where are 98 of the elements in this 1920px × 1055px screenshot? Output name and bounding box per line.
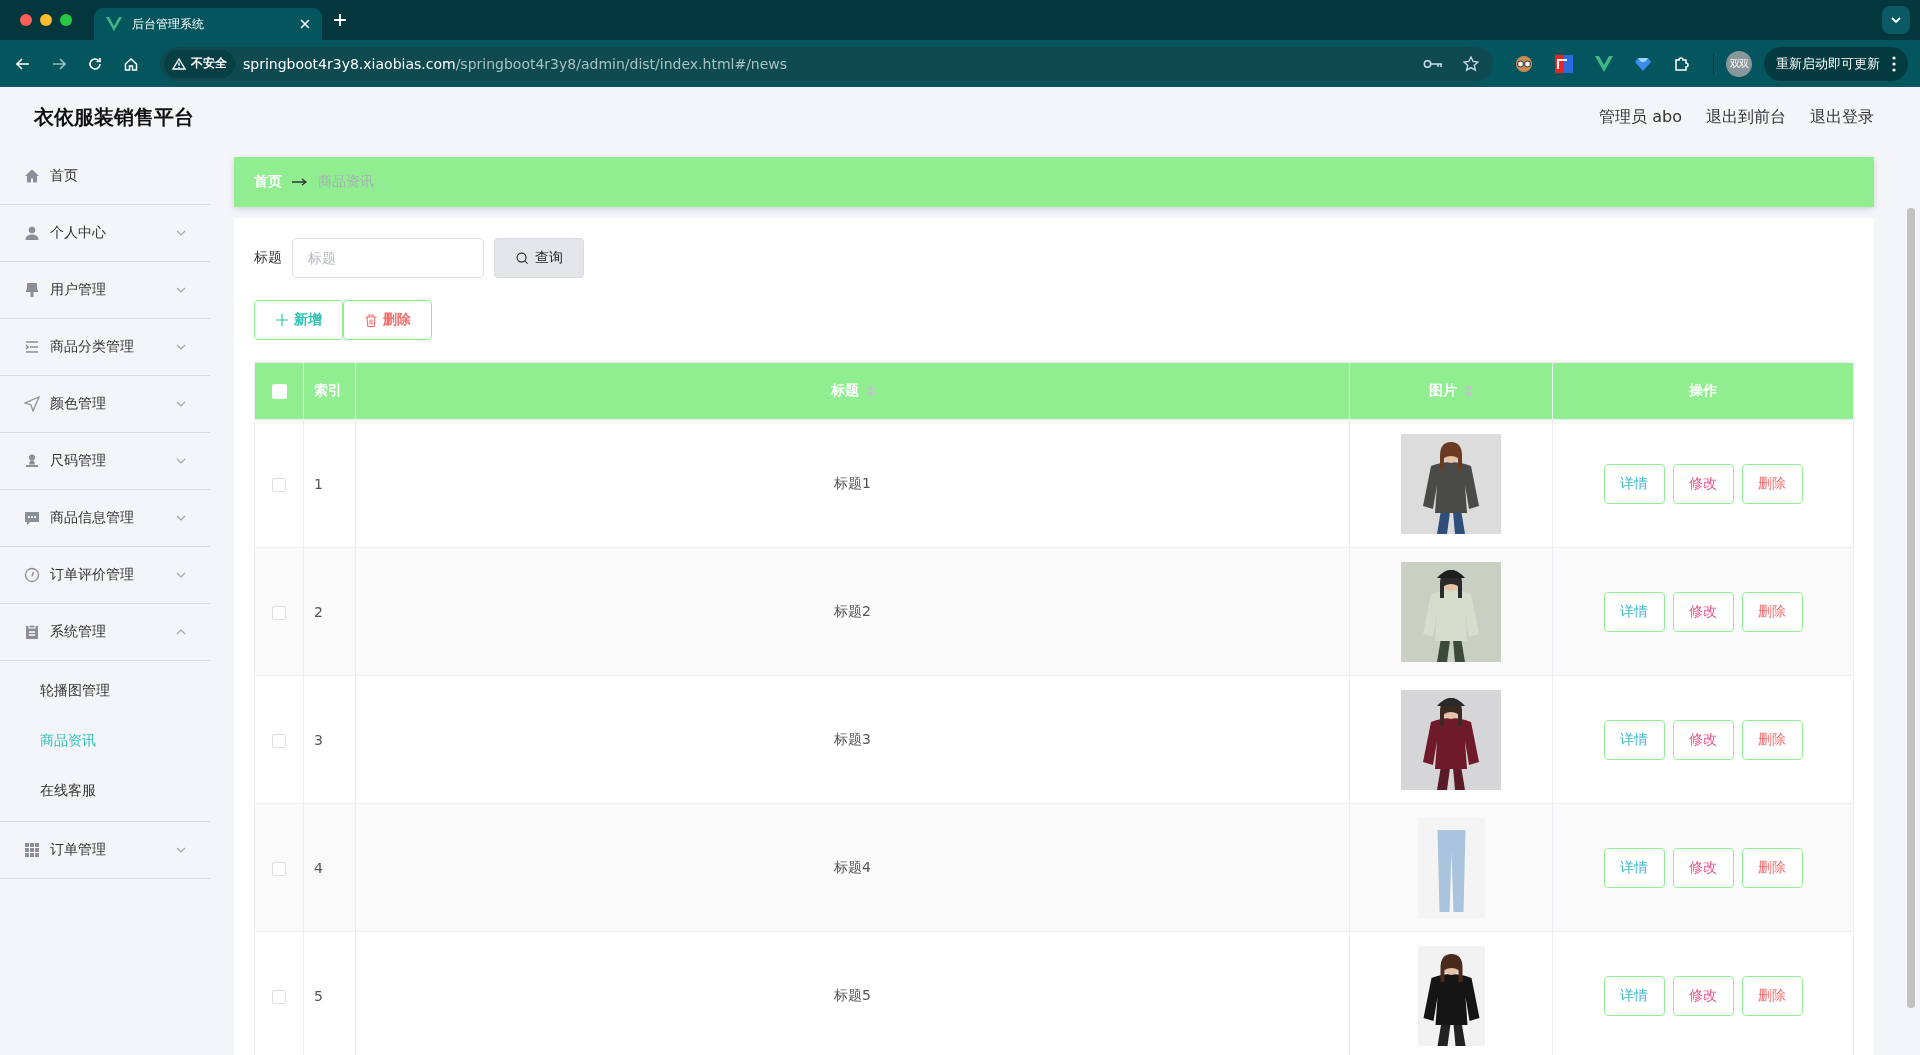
- site-title: 衣依服装销售平台: [34, 104, 194, 131]
- security-label: 不安全: [191, 55, 227, 72]
- key-icon[interactable]: [1423, 58, 1443, 69]
- add-button[interactable]: 新增: [254, 300, 343, 340]
- edit-button[interactable]: 修改: [1672, 719, 1734, 760]
- scrollbar-thumb[interactable]: [1907, 208, 1915, 1008]
- forward-icon[interactable]: [52, 57, 66, 70]
- star-icon[interactable]: [1463, 55, 1479, 72]
- warning-icon: [172, 57, 186, 70]
- tab-title: 后台管理系统: [132, 15, 205, 33]
- sidebar-item[interactable]: 订单管理: [0, 822, 210, 879]
- delete-button[interactable]: 删除: [343, 300, 432, 340]
- row-checkbox[interactable]: [272, 861, 286, 876]
- list-icon: [24, 339, 40, 355]
- header-link[interactable]: 退出登录: [1810, 107, 1874, 128]
- row-checkbox[interactable]: [272, 605, 286, 620]
- sidebar-item[interactable]: 个人中心: [0, 205, 210, 262]
- detail-button[interactable]: 详情: [1603, 719, 1665, 760]
- sidebar-item[interactable]: 订单评价管理: [0, 547, 210, 604]
- profile-avatar[interactable]: 双双: [1726, 50, 1752, 77]
- header-link[interactable]: 退出到前台: [1706, 107, 1786, 128]
- close-window-icon[interactable]: [20, 14, 32, 26]
- delete-button[interactable]: 删除: [1741, 591, 1803, 632]
- edit-button[interactable]: 修改: [1672, 463, 1734, 504]
- delete-button[interactable]: 删除: [1741, 847, 1803, 888]
- gem-extension-icon[interactable]: [1635, 55, 1651, 72]
- gauge-icon: [24, 567, 40, 583]
- table-cell: 标题3: [355, 675, 1350, 804]
- row-checkbox[interactable]: [272, 989, 286, 1004]
- tab-list-button[interactable]: [1882, 6, 1910, 34]
- user-name: 管理员 abo: [1599, 107, 1682, 128]
- sidebar-item[interactable]: 首页: [0, 148, 210, 205]
- stamp-icon: [24, 282, 40, 298]
- more-icon: [1892, 55, 1896, 72]
- edit-button[interactable]: 修改: [1672, 847, 1734, 888]
- column-header: 图片: [1349, 362, 1553, 420]
- glasses-extension-icon[interactable]: [1515, 54, 1533, 73]
- plus-icon: [275, 314, 288, 326]
- url-text: springboot4r3y8.xiaobias.com/springboot4r3y8/admin/dist/index.html#/news: [243, 55, 788, 72]
- arrow-right-icon: [292, 178, 308, 186]
- close-icon[interactable]: [300, 19, 310, 29]
- grid-icon: [24, 842, 40, 858]
- search-icon: [515, 251, 529, 265]
- edit-button[interactable]: 修改: [1672, 975, 1734, 1016]
- paper-plane-icon: [24, 396, 40, 412]
- row-checkbox[interactable]: [272, 733, 286, 748]
- person-icon: [24, 225, 40, 241]
- delete-button[interactable]: 删除: [1741, 719, 1803, 760]
- column-header: 索引: [303, 362, 356, 420]
- field-label: 标题: [254, 249, 282, 267]
- back-icon[interactable]: [16, 57, 30, 70]
- security-chip[interactable]: 不安全: [164, 49, 235, 78]
- v-extension-icon[interactable]: [1595, 55, 1613, 72]
- submenu-item[interactable]: 在线客服: [0, 765, 210, 815]
- sidebar-item[interactable]: 尺码管理: [0, 433, 210, 490]
- v-logo-icon: [106, 17, 122, 31]
- sidebar-item[interactable]: 系统管理: [0, 604, 210, 661]
- detail-button[interactable]: 详情: [1603, 591, 1665, 632]
- delete-button[interactable]: 删除: [1741, 463, 1803, 504]
- table-cell: 4: [303, 803, 356, 932]
- edit-button[interactable]: 修改: [1672, 591, 1734, 632]
- reload-icon[interactable]: [88, 56, 102, 71]
- user-stand-icon: [24, 453, 40, 469]
- chevron-down-icon: [1891, 17, 1901, 23]
- puzzle-icon[interactable]: [1673, 54, 1691, 73]
- table-cell: 标题1: [355, 419, 1350, 548]
- sidebar-item[interactable]: 颜色管理: [0, 376, 210, 433]
- sidebar-item[interactable]: 商品分类管理: [0, 319, 210, 376]
- detail-button[interactable]: 详情: [1603, 975, 1665, 1016]
- home-icon: [24, 168, 40, 184]
- sidebar-item[interactable]: 商品信息管理: [0, 490, 210, 547]
- table-cell: 标题2: [355, 547, 1350, 676]
- trash-icon: [364, 313, 377, 327]
- table-cell: 1: [303, 419, 356, 548]
- maximize-window-icon[interactable]: [60, 14, 72, 26]
- update-button[interactable]: 重新启动即可更新: [1764, 46, 1908, 81]
- table-cell: 3: [303, 675, 356, 804]
- home-icon[interactable]: [124, 56, 138, 71]
- minimize-window-icon[interactable]: [40, 14, 52, 26]
- column-header: 操作: [1552, 362, 1854, 420]
- search-button[interactable]: 查询: [494, 238, 584, 278]
- detail-button[interactable]: 详情: [1603, 463, 1665, 504]
- clipboard-icon: [24, 624, 40, 640]
- submenu-item[interactable]: 轮播图管理: [0, 665, 210, 715]
- select-all-checkbox[interactable]: [271, 384, 287, 400]
- table-cell: 标题4: [355, 803, 1350, 932]
- sidebar-item[interactable]: 用户管理: [0, 262, 210, 319]
- search-field[interactable]: 标题: [292, 238, 484, 278]
- new-tab-icon[interactable]: [334, 14, 346, 26]
- column-header: 标题: [355, 362, 1350, 420]
- browser-tab[interactable]: 后台管理系统: [94, 8, 322, 40]
- table-cell: 2: [303, 547, 356, 676]
- delete-button[interactable]: 删除: [1741, 975, 1803, 1016]
- address-bar[interactable]: 不安全 springboot4r3y8.xiaobias.com/springboot4r3y8/admin/dist/index.html#/news: [160, 46, 1493, 81]
- submenu-item[interactable]: 商品资讯: [0, 715, 210, 765]
- row-checkbox[interactable]: [272, 477, 286, 492]
- detail-button[interactable]: 详情: [1603, 847, 1665, 888]
- chat-icon: [24, 510, 40, 526]
